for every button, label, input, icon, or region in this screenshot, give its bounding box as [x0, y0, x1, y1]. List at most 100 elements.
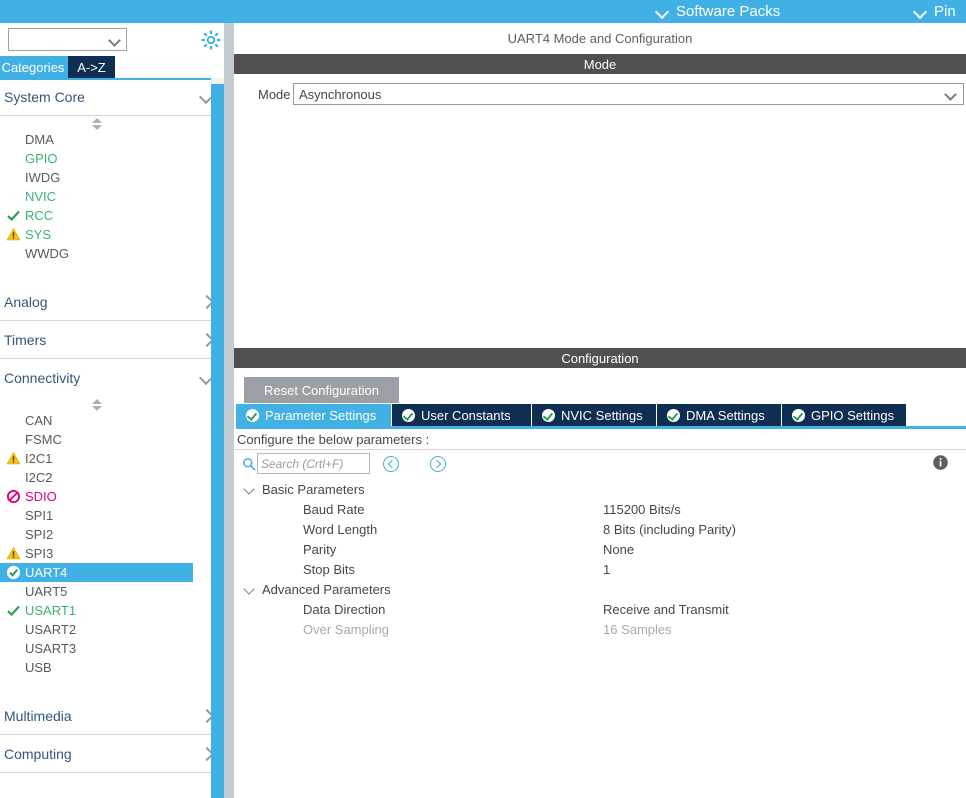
category-label: Analog	[4, 293, 48, 310]
param-name: Over Sampling	[303, 622, 389, 637]
menu-software-packs[interactable]: Software Packs	[656, 0, 780, 23]
category-label: Connectivity	[4, 370, 81, 386]
ip-item-label: IWDG	[25, 170, 61, 185]
parameter-tree: Basic Parameters Baud Rate 115200 Bits/s…	[234, 478, 966, 640]
ip-item-label: DMA	[25, 132, 54, 147]
tab-gpio-settings[interactable]: GPIO Settings	[782, 404, 907, 426]
param-value: 8 Bits (including Parity)	[603, 522, 736, 537]
param-name: Baud Rate	[303, 502, 365, 517]
ip-item-usart3[interactable]: USART3	[0, 639, 224, 658]
ip-item-uart5[interactable]: UART5	[0, 582, 224, 601]
category-header-system-core[interactable]: System Core	[0, 78, 224, 116]
sidebar-tab-a-to-z[interactable]: A->Z	[68, 56, 115, 78]
param-row-baud-rate[interactable]: Baud Rate 115200 Bits/s	[234, 500, 966, 520]
ip-item-gpio[interactable]: GPIO	[0, 149, 224, 168]
ip-item-label: USART3	[25, 641, 77, 656]
ip-item-dma[interactable]: DMA	[0, 130, 224, 149]
ip-item-usart1[interactable]: USART1	[0, 601, 224, 620]
menu-pinout[interactable]: Pin	[914, 0, 956, 23]
warning-icon	[6, 546, 21, 561]
sidebar-tab-a-to-z-label: A->Z	[77, 59, 106, 75]
ip-item-usb[interactable]: USB	[0, 658, 224, 677]
scroll-spinner-icon[interactable]	[0, 397, 224, 411]
ip-item-label: WWDG	[25, 246, 70, 261]
ip-item-label: UART4	[25, 565, 68, 580]
ip-item-nvic[interactable]: NVIC	[0, 187, 224, 206]
mode-section-header: Mode	[234, 54, 966, 74]
check-circle-icon	[792, 408, 805, 422]
tab-label: Parameter Settings	[265, 407, 377, 423]
info-icon[interactable]	[932, 454, 949, 471]
menu-software-packs-label: Software Packs	[676, 3, 781, 20]
ip-item-label: I2C2	[25, 470, 53, 485]
category-label: System Core	[4, 88, 85, 105]
ip-item-rcc[interactable]: RCC	[0, 206, 224, 225]
chevron-down-icon	[946, 90, 955, 99]
parameter-search-row	[234, 450, 966, 478]
ip-item-label: NVIC	[25, 189, 57, 204]
check-icon	[6, 603, 21, 618]
tab-parameter-settings[interactable]: Parameter Settings	[236, 404, 392, 426]
param-value: Receive and Transmit	[603, 602, 729, 617]
chevron-down-icon	[245, 485, 255, 495]
ip-item-spi3[interactable]: SPI3	[0, 544, 224, 563]
stm32cubemx-window: Software Packs Pin Categories A->Z Syste…	[0, 0, 966, 798]
ip-item-fsmc[interactable]: FSMC	[0, 430, 224, 449]
reset-configuration-button[interactable]: Reset Configuration	[244, 377, 399, 403]
param-group-advanced-parameters[interactable]: Advanced Parameters	[234, 580, 966, 600]
param-group-basic-parameters[interactable]: Basic Parameters	[234, 480, 966, 500]
check-circle-icon	[6, 565, 21, 580]
ip-item-sys[interactable]: SYS	[0, 225, 224, 244]
ip-item-i2c2[interactable]: I2C2	[0, 468, 224, 487]
param-row-parity[interactable]: Parity None	[234, 540, 966, 560]
reset-row: Reset Configuration	[234, 368, 966, 404]
ip-tree-scrollbar-thumb[interactable]	[211, 84, 224, 798]
category-label: Multimedia	[4, 707, 72, 724]
ip-item-iwdg[interactable]: IWDG	[0, 168, 224, 187]
category-label: Timers	[4, 331, 47, 348]
param-row-word-length[interactable]: Word Length 8 Bits (including Parity)	[234, 520, 966, 540]
param-name: Data Direction	[303, 602, 386, 617]
ip-item-label: SPI1	[25, 508, 54, 523]
ip-item-sdio[interactable]: SDIO	[0, 487, 224, 506]
param-name: Stop Bits	[303, 562, 356, 577]
ip-item-label: CAN	[25, 413, 53, 428]
mode-section-body	[234, 108, 966, 348]
ip-item-spi2[interactable]: SPI2	[0, 525, 224, 544]
ip-item-can[interactable]: CAN	[0, 411, 224, 430]
sidebar-tab-categories[interactable]: Categories	[0, 56, 74, 78]
ip-item-spi1[interactable]: SPI1	[0, 506, 224, 525]
param-value: 115200 Bits/s	[603, 502, 681, 517]
ip-search-combo[interactable]	[8, 28, 127, 51]
warning-icon	[6, 451, 21, 466]
ip-item-usart2[interactable]: USART2	[0, 620, 224, 639]
category-header-connectivity[interactable]: Connectivity	[0, 359, 224, 397]
scroll-spinner-icon[interactable]	[0, 116, 224, 130]
ip-item-label: SYS	[25, 227, 52, 242]
param-group-label: Basic Parameters	[262, 482, 365, 497]
param-row-stop-bits[interactable]: Stop Bits 1	[234, 560, 966, 580]
category-header-computing[interactable]: Computing	[0, 735, 224, 773]
mode-select[interactable]: Asynchronous	[293, 83, 964, 105]
search-next-button[interactable]	[430, 456, 446, 472]
category-header-timers[interactable]: Timers	[0, 321, 224, 359]
ip-item-uart4[interactable]: UART4	[0, 563, 193, 582]
ip-item-label: SPI2	[25, 527, 54, 542]
ip-tree-scroll-area: System Core DMA GPIO IWDG NVIC RCC SYS W…	[0, 78, 224, 798]
tab-label: NVIC Settings	[561, 407, 643, 423]
tab-nvic-settings[interactable]: NVIC Settings	[532, 404, 657, 426]
sidebar-tab-categories-label: Categories	[1, 59, 65, 75]
tab-dma-settings[interactable]: DMA Settings	[657, 404, 782, 426]
gear-icon[interactable]	[200, 29, 222, 51]
search-input[interactable]	[257, 453, 370, 474]
ip-item-i2c1[interactable]: I2C1	[0, 449, 224, 468]
category-header-analog[interactable]: Analog	[0, 283, 224, 321]
ip-item-wwdg[interactable]: WWDG	[0, 244, 224, 263]
param-row-data-direction[interactable]: Data Direction Receive and Transmit	[234, 600, 966, 620]
ip-item-label: USART2	[25, 622, 77, 637]
category-header-multimedia[interactable]: Multimedia	[0, 697, 224, 735]
mode-select-value: Asynchronous	[299, 87, 382, 102]
tab-user-constants[interactable]: User Constants	[392, 404, 532, 426]
search-prev-button[interactable]	[383, 456, 399, 472]
chevron-down-icon	[914, 5, 927, 18]
